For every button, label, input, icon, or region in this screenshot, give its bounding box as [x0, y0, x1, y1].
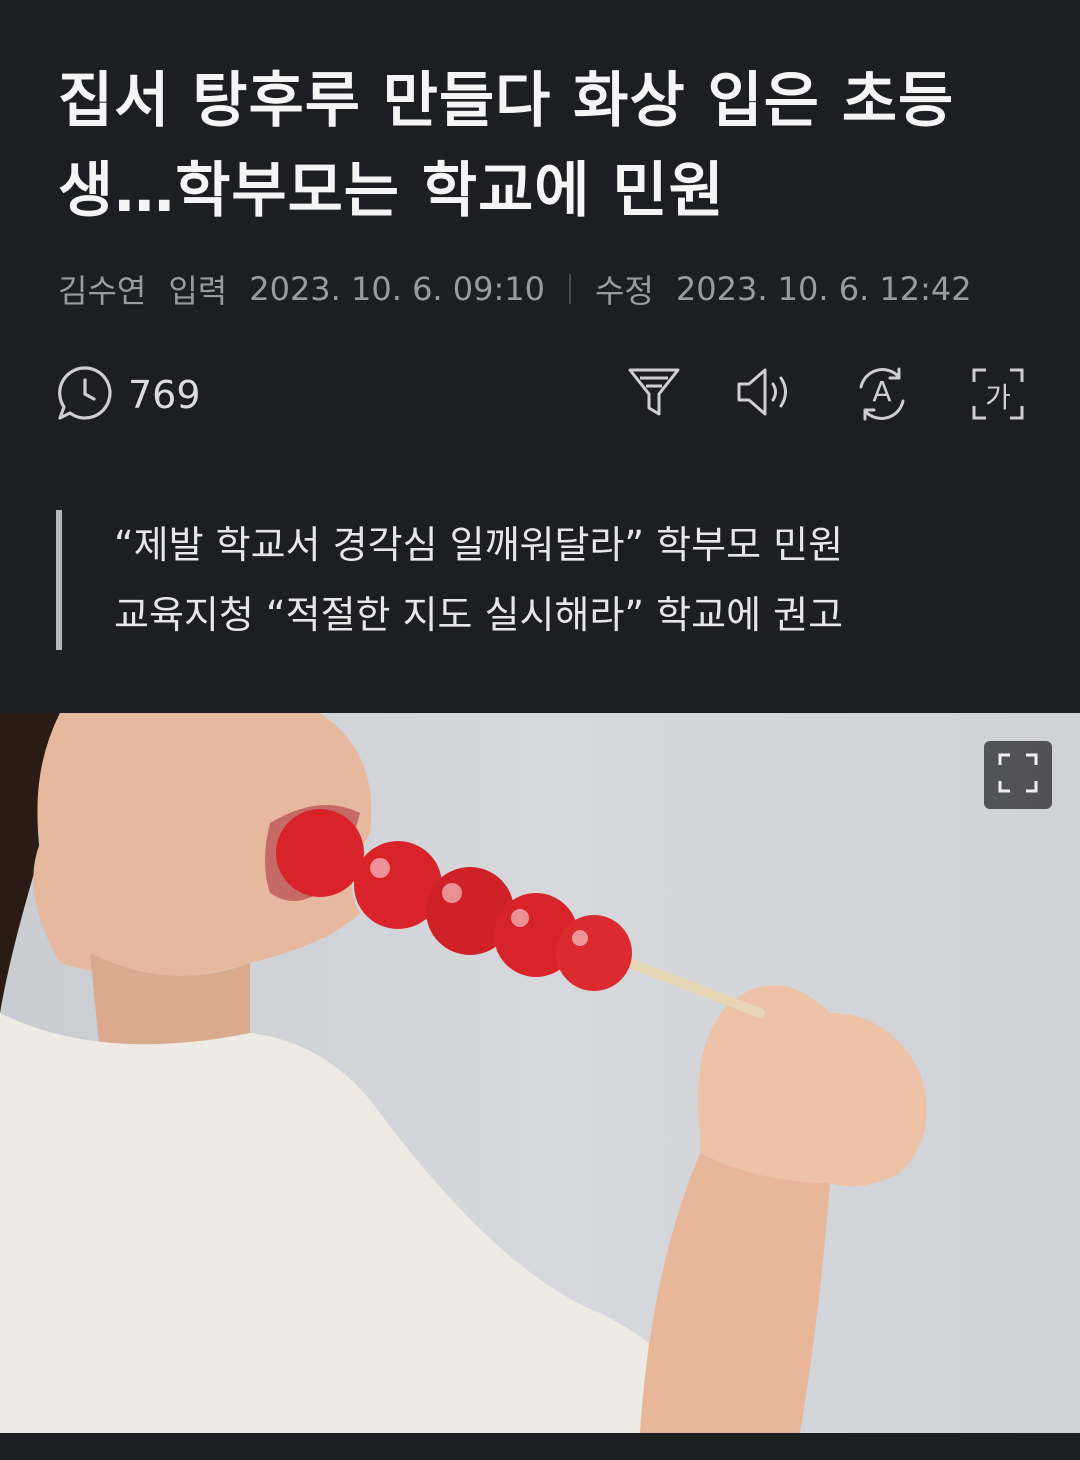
font-size-icon: 가: [970, 366, 1026, 422]
expand-icon: [998, 753, 1038, 797]
filter-button[interactable]: [624, 364, 684, 424]
expand-image-button[interactable]: [984, 741, 1052, 809]
edit-time: 2023. 10. 6. 12:42: [675, 270, 972, 308]
article-meta: 김수연 입력 2023. 10. 6. 09:10 수정 2023. 10. 6…: [58, 266, 972, 312]
article-title-line1: 집서 탕후루 만들다 화상 입은 초등: [58, 66, 955, 136]
comment-icon: [56, 364, 114, 426]
input-time: 2023. 10. 6. 09:10: [249, 270, 545, 308]
article-title-line2: 생…학부모는 학교에 민원: [58, 156, 725, 226]
translate-glyph: A: [872, 375, 892, 408]
photo-sweater: [0, 1013, 700, 1433]
photo-forearm: [640, 1153, 830, 1433]
author-name[interactable]: 김수연: [58, 266, 146, 312]
article-summary: “제발 학교서 경각심 일깨워달라” 학부모 민원 교육지청 “적절한 지도 실…: [56, 510, 1074, 650]
photo-illustration: [0, 713, 927, 1433]
input-label: 입력: [168, 272, 228, 310]
article-toolbar: 769 A 가: [56, 364, 1026, 428]
font-size-button[interactable]: 가: [968, 364, 1028, 424]
summary-line1: “제발 학교서 경각심 일깨워달라” 학부모 민원: [114, 523, 844, 567]
edit-label: 수정: [594, 272, 654, 310]
translate-button[interactable]: A: [852, 364, 912, 424]
speaker-icon: [735, 364, 797, 424]
filter-icon: [626, 364, 682, 424]
article-photo[interactable]: [0, 713, 1080, 1433]
meta-divider: [568, 274, 571, 304]
article-title: 집서 탕후루 만들다 화상 입은 초등 생…학부모는 학교에 민원: [58, 56, 1038, 236]
font-size-glyph: 가: [985, 381, 1011, 414]
translate-icon: A: [853, 365, 911, 423]
bottom-strip: [0, 1433, 1080, 1460]
photo-hand: [698, 985, 927, 1187]
tts-button[interactable]: [736, 364, 796, 424]
comment-button[interactable]: 769: [56, 364, 201, 426]
summary-line2: 교육지청 “적절한 지도 실시해라” 학교에 권고: [114, 593, 844, 637]
comment-count: 769: [128, 373, 201, 417]
